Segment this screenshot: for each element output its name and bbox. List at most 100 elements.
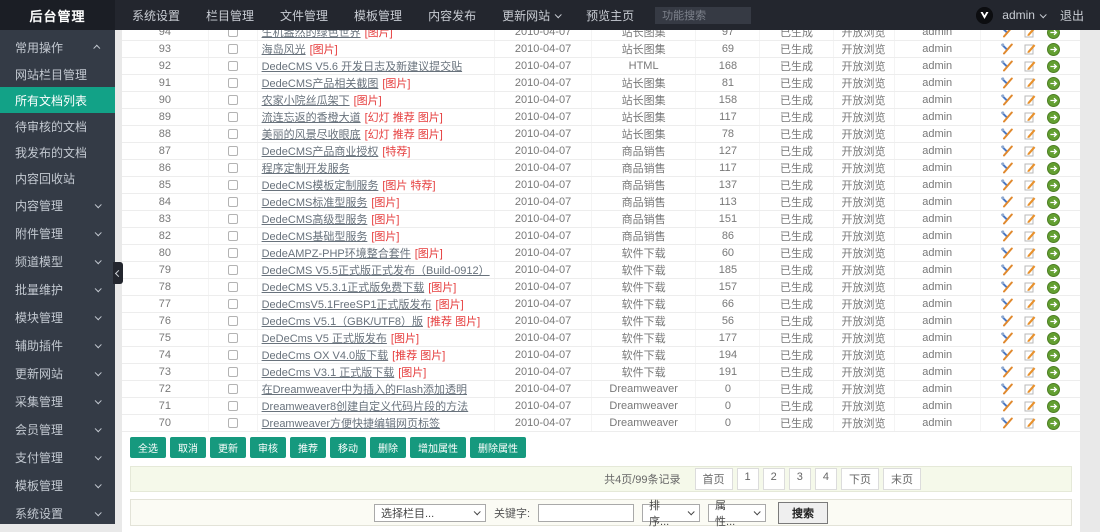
doc-title-link[interactable]: DedeCMS模板定制服务 [262, 180, 379, 192]
view-icon[interactable] [1047, 162, 1060, 175]
edit-icon[interactable] [1024, 162, 1036, 174]
edit-icon[interactable] [1024, 77, 1036, 89]
view-icon[interactable] [1047, 298, 1060, 311]
view-icon[interactable] [1047, 281, 1060, 294]
doc-checkbox[interactable] [228, 367, 238, 377]
edit-icon[interactable] [1024, 145, 1036, 157]
tools-icon[interactable] [1001, 94, 1013, 106]
logout-button[interactable]: 退出 [1060, 7, 1084, 24]
sidebar-item-site-columns[interactable]: 网站栏目管理 [0, 61, 115, 87]
tools-icon[interactable] [1001, 179, 1013, 191]
doc-title-link[interactable]: DedeCMS高级型服务 [262, 214, 368, 226]
edit-icon[interactable] [1024, 281, 1036, 293]
search-button[interactable]: 搜索 [778, 502, 828, 524]
edit-icon[interactable] [1024, 230, 1036, 242]
sort-select[interactable]: 排序... [642, 504, 700, 522]
doc-checkbox[interactable] [228, 44, 238, 54]
doc-title-link[interactable]: DeDeCms V5 正式版发布 [262, 333, 387, 345]
doc-checkbox[interactable] [228, 129, 238, 139]
edit-icon[interactable] [1024, 60, 1036, 72]
tools-icon[interactable] [1001, 30, 1013, 38]
audit-button[interactable]: 审核 [250, 437, 286, 458]
doc-checkbox[interactable] [228, 61, 238, 71]
sidebar-collapse-handle[interactable] [113, 262, 123, 284]
keyword-input[interactable] [538, 504, 634, 522]
view-icon[interactable] [1047, 264, 1060, 277]
tools-icon[interactable] [1001, 213, 1013, 225]
view-icon[interactable] [1047, 230, 1060, 243]
tools-icon[interactable] [1001, 196, 1013, 208]
view-icon[interactable] [1047, 417, 1060, 430]
doc-title-link[interactable]: Dreamweaver8创建自定义代码片段的方法 [262, 401, 469, 413]
nav-content-publish[interactable]: 内容发布 [415, 0, 489, 30]
doc-checkbox[interactable] [228, 282, 238, 292]
doc-title-link[interactable]: DedeCMS产品商业授权 [262, 146, 379, 158]
function-search-input[interactable] [655, 7, 751, 24]
doc-title-link[interactable]: Dreamweaver方便快捷编辑网页标签 [262, 418, 440, 430]
doc-checkbox[interactable] [228, 197, 238, 207]
doc-checkbox[interactable] [228, 163, 238, 173]
tools-icon[interactable] [1001, 298, 1013, 310]
doc-checkbox[interactable] [228, 214, 238, 224]
tools-icon[interactable] [1001, 145, 1013, 157]
page-4[interactable]: 4 [815, 468, 837, 490]
tools-icon[interactable] [1001, 264, 1013, 276]
edit-icon[interactable] [1024, 264, 1036, 276]
edit-icon[interactable] [1024, 332, 1036, 344]
doc-title-link[interactable]: DedeAMPZ-PHP环境整合套件 [262, 248, 411, 260]
view-icon[interactable] [1047, 213, 1060, 226]
view-icon[interactable] [1047, 332, 1060, 345]
tools-icon[interactable] [1001, 383, 1013, 395]
nav-column-manage[interactable]: 栏目管理 [193, 0, 267, 30]
sidebar-group-update-site[interactable]: 更新网站 [0, 359, 115, 387]
doc-title-link[interactable]: DedeCMS产品相关截图 [262, 78, 379, 90]
nav-template-manage[interactable]: 模板管理 [341, 0, 415, 30]
view-icon[interactable] [1047, 400, 1060, 413]
view-icon[interactable] [1047, 128, 1060, 141]
sidebar-group-system-settings[interactable]: 系统设置 [0, 499, 115, 527]
doc-checkbox[interactable] [228, 146, 238, 156]
nav-system-settings[interactable]: 系统设置 [119, 0, 193, 30]
edit-icon[interactable] [1024, 179, 1036, 191]
doc-title-link[interactable]: DedeCms V5.1（GBK/UTF8）版 [262, 316, 423, 328]
view-icon[interactable] [1047, 349, 1060, 362]
select-all-button[interactable]: 全选 [130, 437, 166, 458]
sidebar-item-all-docs[interactable]: 所有文档列表 [0, 87, 115, 113]
page-next[interactable]: 下页 [841, 468, 879, 490]
doc-title-link[interactable]: 流连忘返的香橙大道 [262, 112, 361, 124]
view-icon[interactable] [1047, 60, 1060, 73]
tools-icon[interactable] [1001, 77, 1013, 89]
page-3[interactable]: 3 [789, 468, 811, 490]
sidebar-group-content-manage[interactable]: 内容管理 [0, 191, 115, 219]
doc-title-link[interactable]: DedeCMS V5.5正式版正式发布（Build-0912） [262, 265, 490, 277]
doc-title-link[interactable]: DedeCMS基础型服务 [262, 231, 368, 243]
nav-file-manage[interactable]: 文件管理 [267, 0, 341, 30]
doc-checkbox[interactable] [228, 333, 238, 343]
tools-icon[interactable] [1001, 281, 1013, 293]
sidebar-group-batch-maintain[interactable]: 批量维护 [0, 275, 115, 303]
doc-checkbox[interactable] [228, 248, 238, 258]
doc-title-link[interactable]: 在Dreamweaver中为插入的Flash添加透明 [262, 384, 467, 396]
doc-title-link[interactable]: 程序定制开发服务 [262, 163, 350, 175]
edit-icon[interactable] [1024, 298, 1036, 310]
view-icon[interactable] [1047, 30, 1060, 39]
view-icon[interactable] [1047, 366, 1060, 379]
view-icon[interactable] [1047, 111, 1060, 124]
view-icon[interactable] [1047, 179, 1060, 192]
doc-checkbox[interactable] [228, 180, 238, 190]
sidebar-group-collect-manage[interactable]: 采集管理 [0, 387, 115, 415]
doc-title-link[interactable]: DedeCmsV5.1FreeSP1正式版发布 [262, 299, 432, 311]
view-icon[interactable] [1047, 196, 1060, 209]
sidebar-group-member-manage[interactable]: 会员管理 [0, 415, 115, 443]
view-icon[interactable] [1047, 247, 1060, 260]
edit-icon[interactable] [1024, 30, 1036, 38]
page-first[interactable]: 首页 [695, 468, 733, 490]
sidebar-item-pending-docs[interactable]: 待审核的文档 [0, 113, 115, 139]
view-icon[interactable] [1047, 43, 1060, 56]
attr-select[interactable]: 属性... [708, 504, 766, 522]
edit-icon[interactable] [1024, 349, 1036, 361]
sidebar-group-common-ops[interactable]: 常用操作 [0, 33, 115, 61]
edit-icon[interactable] [1024, 383, 1036, 395]
sidebar-item-recycle-bin[interactable]: 内容回收站 [0, 165, 115, 191]
recommend-button[interactable]: 推荐 [290, 437, 326, 458]
